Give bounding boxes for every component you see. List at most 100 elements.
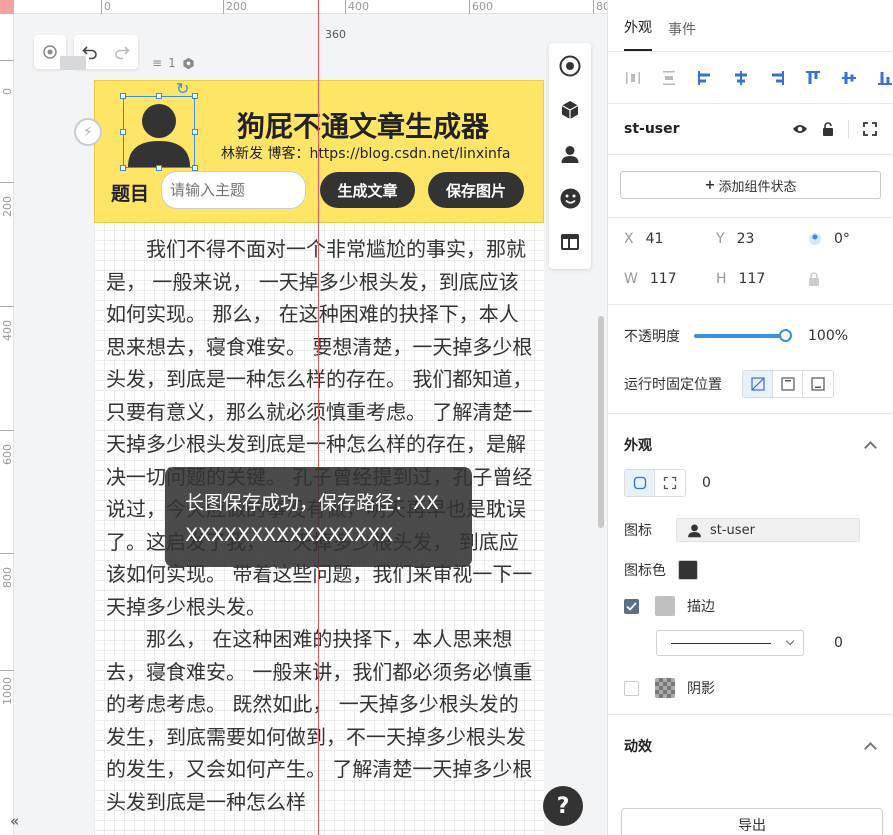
rotation-field[interactable]: 0° bbox=[808, 228, 893, 250]
radius-value[interactable]: 0 bbox=[702, 475, 711, 491]
resize-handle[interactable] bbox=[120, 93, 126, 99]
add-state-button[interactable]: + 添加组件状态 bbox=[620, 171, 881, 199]
align-center-h-button[interactable] bbox=[724, 63, 758, 93]
eye-icon[interactable] bbox=[792, 123, 808, 135]
rail-user-button[interactable] bbox=[556, 139, 584, 169]
y-value: 23 bbox=[736, 231, 755, 247]
y-field[interactable]: Y 23 bbox=[716, 228, 808, 250]
lock-open-icon[interactable] bbox=[822, 122, 834, 136]
help-button[interactable]: ? bbox=[543, 786, 583, 826]
rail-target-button[interactable] bbox=[556, 51, 584, 81]
editor-app: 0 200 400 600 80 0 200 400 600 800 1000 … bbox=[0, 0, 893, 835]
opacity-section: 不透明度 100% 运行时固定位置 bbox=[608, 305, 893, 414]
page-tag-icon[interactable] bbox=[60, 56, 86, 70]
shadow-label: 阴影 bbox=[687, 681, 715, 697]
target-icon bbox=[559, 55, 581, 77]
hexagon-icon[interactable] bbox=[182, 57, 195, 70]
ruler-tick: 400 bbox=[0, 306, 14, 341]
target-icon bbox=[43, 45, 57, 59]
w-field[interactable]: W 117 bbox=[624, 268, 716, 290]
rail-emoji-button[interactable] bbox=[556, 183, 584, 213]
align-left-button[interactable] bbox=[688, 63, 722, 93]
align-top-icon bbox=[806, 70, 820, 84]
generate-button[interactable]: 生成文章 bbox=[320, 172, 415, 208]
topic-label: 题目 bbox=[111, 183, 150, 205]
smile-icon bbox=[560, 188, 580, 208]
topic-input[interactable] bbox=[161, 171, 306, 209]
distribute-h-button[interactable] bbox=[616, 63, 650, 93]
check-icon bbox=[626, 601, 637, 611]
appearance-header[interactable]: 外观 bbox=[608, 414, 893, 476]
ruler-tick: 1000 bbox=[0, 670, 14, 705]
rotate-icon[interactable]: ↻ bbox=[176, 79, 189, 98]
rounded-square-icon bbox=[633, 476, 646, 490]
align-bottom-button[interactable] bbox=[868, 63, 893, 93]
tab-appearance[interactable]: 外观 bbox=[624, 17, 652, 51]
x-field[interactable]: X 41 bbox=[624, 228, 716, 250]
corners-icon bbox=[663, 476, 677, 490]
icon-picker[interactable]: st-user bbox=[676, 518, 860, 542]
distribute-v-button[interactable] bbox=[652, 63, 686, 93]
lightning-icon[interactable]: ⚡ bbox=[74, 118, 102, 146]
canvas-scrollbar[interactable] bbox=[598, 316, 604, 528]
rail-layout-button[interactable] bbox=[556, 227, 584, 257]
h-field[interactable]: H 117 bbox=[716, 268, 808, 290]
icon-color-row: 图标色 bbox=[608, 558, 893, 582]
radius-uniform-option[interactable] bbox=[625, 470, 655, 496]
guide-line[interactable] bbox=[318, 0, 319, 835]
resize-handle[interactable] bbox=[120, 165, 126, 171]
stroke-checkbox[interactable] bbox=[624, 598, 639, 614]
save-image-button[interactable]: 保存图片 bbox=[428, 172, 524, 208]
stroke-color-swatch[interactable] bbox=[655, 596, 675, 616]
radius-row: 0 bbox=[608, 469, 893, 497]
radius-individual-option[interactable] bbox=[655, 470, 685, 496]
fixed-none-option[interactable] bbox=[743, 371, 773, 397]
resize-handle[interactable] bbox=[156, 165, 162, 171]
opacity-slider[interactable] bbox=[694, 329, 792, 342]
animation-header[interactable]: 动效 bbox=[608, 715, 893, 777]
fixed-top-option[interactable] bbox=[773, 371, 803, 397]
resize-handle[interactable] bbox=[192, 93, 198, 99]
fullscreen-icon[interactable] bbox=[863, 122, 877, 136]
resize-handle[interactable] bbox=[156, 93, 162, 99]
chevron-up-icon[interactable] bbox=[864, 742, 877, 755]
opacity-slider-handle[interactable] bbox=[779, 329, 792, 342]
fixed-position-toggle bbox=[742, 370, 834, 398]
w-label: W bbox=[624, 271, 638, 287]
align-middle-button[interactable] bbox=[832, 63, 866, 93]
header-banner[interactable]: ↻ 狗屁不通文章生成器 林新发 博客：https://blog.csdn.net… bbox=[94, 79, 544, 223]
y-label: Y bbox=[716, 231, 725, 247]
panel-tabs: 外观 事件 bbox=[608, 0, 893, 52]
component-actions bbox=[792, 120, 877, 138]
ruler-top[interactable]: 0 200 400 600 80 bbox=[14, 0, 607, 14]
align-top-button[interactable] bbox=[796, 63, 830, 93]
w-value: 117 bbox=[649, 271, 677, 287]
aspect-lock[interactable] bbox=[808, 268, 893, 290]
divider bbox=[848, 120, 849, 138]
shadow-color-swatch[interactable] bbox=[655, 678, 675, 698]
tab-events[interactable]: 事件 bbox=[668, 19, 696, 51]
ruler-left[interactable]: 0 200 400 600 800 1000 bbox=[0, 0, 14, 835]
align-right-button[interactable] bbox=[760, 63, 794, 93]
chevron-up-icon[interactable] bbox=[864, 441, 877, 454]
export-button[interactable]: 导出 bbox=[621, 808, 883, 835]
fixed-bottom-option[interactable] bbox=[803, 371, 833, 397]
stroke-style-select[interactable] bbox=[656, 630, 804, 656]
distribute-horizontal-icon bbox=[626, 71, 640, 84]
collapse-icon[interactable]: « bbox=[10, 812, 19, 830]
icon-color-swatch[interactable] bbox=[678, 560, 698, 580]
ruler-tick: 600 bbox=[469, 0, 493, 14]
canvas-area[interactable]: 0 200 400 600 80 0 200 400 600 800 1000 … bbox=[0, 0, 607, 835]
stroke-width-value[interactable]: 0 bbox=[834, 635, 843, 651]
resize-handle[interactable] bbox=[120, 129, 126, 135]
ruler-tick: 400 bbox=[345, 0, 369, 14]
page-canvas[interactable]: ↻ 狗屁不通文章生成器 林新发 博客：https://blog.csdn.net… bbox=[94, 79, 544, 835]
plus-icon: + bbox=[704, 177, 716, 193]
resize-handle[interactable] bbox=[192, 129, 198, 135]
user-icon bbox=[561, 146, 579, 163]
solid-line-preview bbox=[671, 642, 771, 644]
rail-cube-button[interactable] bbox=[556, 95, 584, 125]
ruler-tick: 0 bbox=[0, 60, 14, 95]
avatar-selection[interactable]: ↻ bbox=[120, 79, 198, 171]
shadow-checkbox[interactable] bbox=[624, 680, 639, 696]
